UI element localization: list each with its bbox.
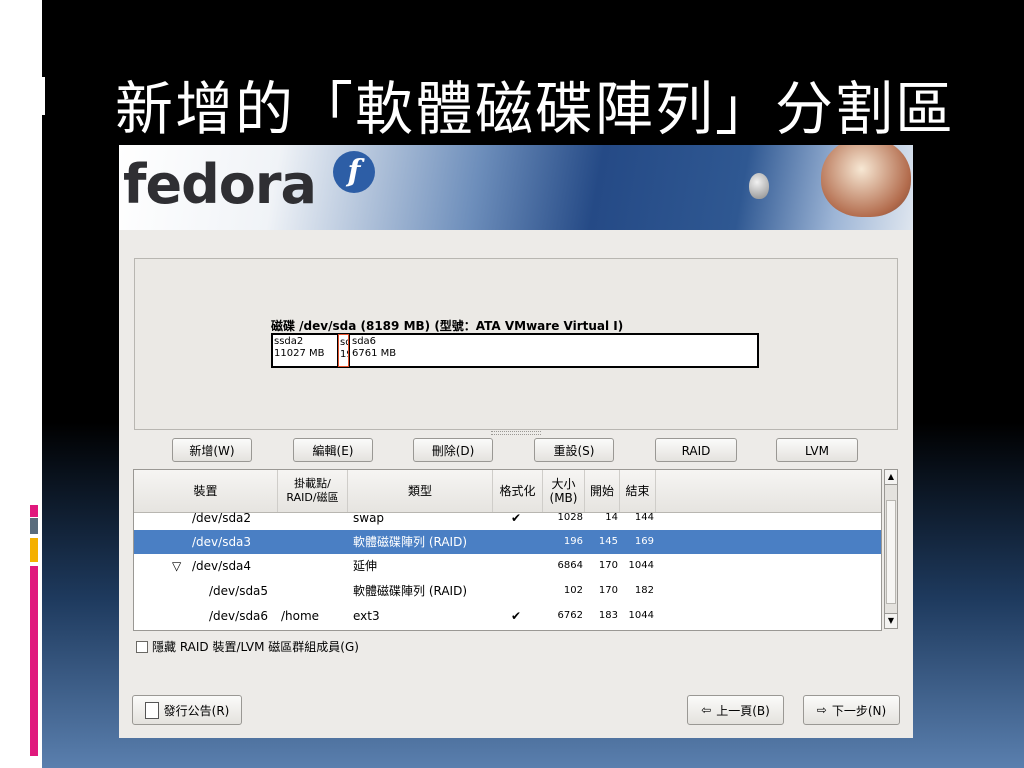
cell-end: 1044 (628, 560, 654, 571)
release-notes-button[interactable]: 發行公告(R) (132, 695, 242, 725)
cell-start: 183 (598, 610, 618, 621)
cell-type: ext3 (353, 609, 380, 623)
raid-button[interactable]: RAID (655, 438, 737, 462)
cell-start: 170 (598, 585, 618, 596)
expander-icon[interactable]: ▽ (172, 554, 181, 578)
decor-pink-bar (30, 505, 38, 517)
fedora-infinity-icon: f (333, 151, 375, 193)
cell-device: /dev/sda6 (209, 609, 269, 623)
checkbox-icon[interactable] (136, 640, 148, 653)
title-bars-decoration (22, 77, 45, 115)
segment-sda3-size: 19 (340, 349, 348, 360)
cell-type: 延伸 (353, 559, 378, 573)
cell-end: 1044 (628, 610, 654, 621)
cell-device: /dev/sda4 (192, 559, 252, 573)
cell-type: swap (353, 511, 385, 525)
table-row[interactable]: /dev/sda2 swap ✔ 1028 14 144 (134, 506, 881, 530)
balloon-small-icon (749, 173, 769, 199)
check-icon: ✔ (511, 609, 522, 623)
decor-pink-long-bar (30, 566, 38, 756)
segment-sda2-name: ssda2 (274, 336, 304, 347)
cell-type: 軟體磁碟陣列 (RAID) (353, 584, 468, 598)
table-row[interactable]: /dev/sda6 /home ext3 ✔ 6762 183 1044 (134, 604, 881, 628)
cell-size: 6864 (557, 560, 583, 571)
table-scrollbar[interactable]: ▲ ▼ (884, 469, 898, 629)
disk-partition-bar: ssda2 11027 MB sd 19 sda6 6761 MB (271, 333, 759, 368)
segment-sda3-name: sd (340, 337, 348, 348)
cell-device: /dev/sda2 (192, 511, 252, 525)
cell-mount: /home (281, 609, 320, 623)
back-button[interactable]: ⇦ 上一頁(B) (687, 695, 784, 725)
cell-device: /dev/sda5 (209, 584, 269, 598)
new-button[interactable]: 新增(W) (172, 438, 252, 462)
slide-title: 新增的「軟體磁碟陣列」分割區 (115, 75, 956, 143)
lvm-button[interactable]: LVM (776, 438, 858, 462)
segment-sda3[interactable]: sd 19 (338, 334, 349, 367)
segment-sda6-size: 6761 MB (352, 348, 397, 359)
table-row[interactable]: ▽ /dev/sda4 延伸 6864 170 1044 (134, 554, 881, 578)
cell-start: 170 (598, 560, 618, 571)
next-label: 下一步(N) (831, 703, 887, 718)
arrow-right-icon: ⇨ (816, 703, 827, 717)
disk-label: 磁碟 /dev/sda (8189 MB) (型號：ATA VMware Vir… (271, 319, 624, 333)
fedora-logo: fedora (123, 153, 317, 216)
decor-yellow-bar (30, 538, 38, 562)
cell-end: 182 (634, 585, 654, 596)
reset-button[interactable]: 重設(S) (534, 438, 614, 462)
pane-resize-handle[interactable] (491, 431, 541, 435)
arrow-left-icon: ⇦ (701, 703, 712, 717)
decor-gray-bar (30, 518, 38, 534)
cell-device: /dev/sda3 (192, 535, 252, 549)
cell-end: 169 (634, 536, 654, 547)
cell-start: 145 (598, 536, 618, 547)
hide-raid-checkbox[interactable]: 隱藏 RAID 裝置/LVM 磁區群組成員(G) (136, 638, 359, 655)
installer-screenshot: fedora f 磁碟 /dev/sda (8189 MB) (型號：ATA V… (119, 145, 913, 738)
cell-type: 軟體磁碟陣列 (RAID) (353, 535, 468, 549)
segment-sda2[interactable]: ssda2 11027 MB (272, 334, 338, 367)
document-icon (144, 701, 159, 719)
edit-button[interactable]: 編輯(E) (293, 438, 373, 462)
cell-size: 196 (563, 536, 583, 547)
segment-sda6-name: sda6 (352, 336, 377, 347)
partition-button-row: 新增(W) 編輯(E) 刪除(D) 重設(S) RAID LVM (119, 438, 913, 464)
cell-start: 14 (605, 512, 618, 523)
cell-size: 102 (563, 585, 583, 596)
scroll-down-icon[interactable]: ▼ (885, 613, 897, 628)
scroll-up-icon[interactable]: ▲ (885, 470, 897, 485)
next-button[interactable]: ⇨ 下一步(N) (803, 695, 900, 725)
cell-size: 6762 (557, 610, 583, 621)
release-notes-label: 發行公告(R) (163, 703, 230, 718)
check-icon: ✔ (511, 511, 522, 525)
segment-sda6[interactable]: sda6 6761 MB (349, 334, 758, 367)
table-row-selected[interactable]: /dev/sda3 軟體磁碟陣列 (RAID) 196 145 169 (134, 530, 881, 554)
fedora-banner: fedora f (119, 145, 913, 230)
cell-end: 144 (634, 512, 654, 523)
table-row[interactable]: /dev/sda5 軟體磁碟陣列 (RAID) 102 170 182 (134, 579, 881, 603)
partition-table: 裝置 掛載點/ RAID/磁區 類型 格式化 大小 (MB) 開始 結束 /de… (133, 469, 882, 631)
segment-sda2-size: 11027 MB (274, 348, 325, 359)
scroll-thumb[interactable] (886, 500, 896, 604)
back-label: 上一頁(B) (716, 703, 770, 718)
hide-raid-label: 隱藏 RAID 裝置/LVM 磁區群組成員(G) (152, 640, 359, 654)
delete-button[interactable]: 刪除(D) (413, 438, 493, 462)
cell-size: 1028 (557, 512, 583, 523)
balloon-large-icon (821, 145, 911, 217)
